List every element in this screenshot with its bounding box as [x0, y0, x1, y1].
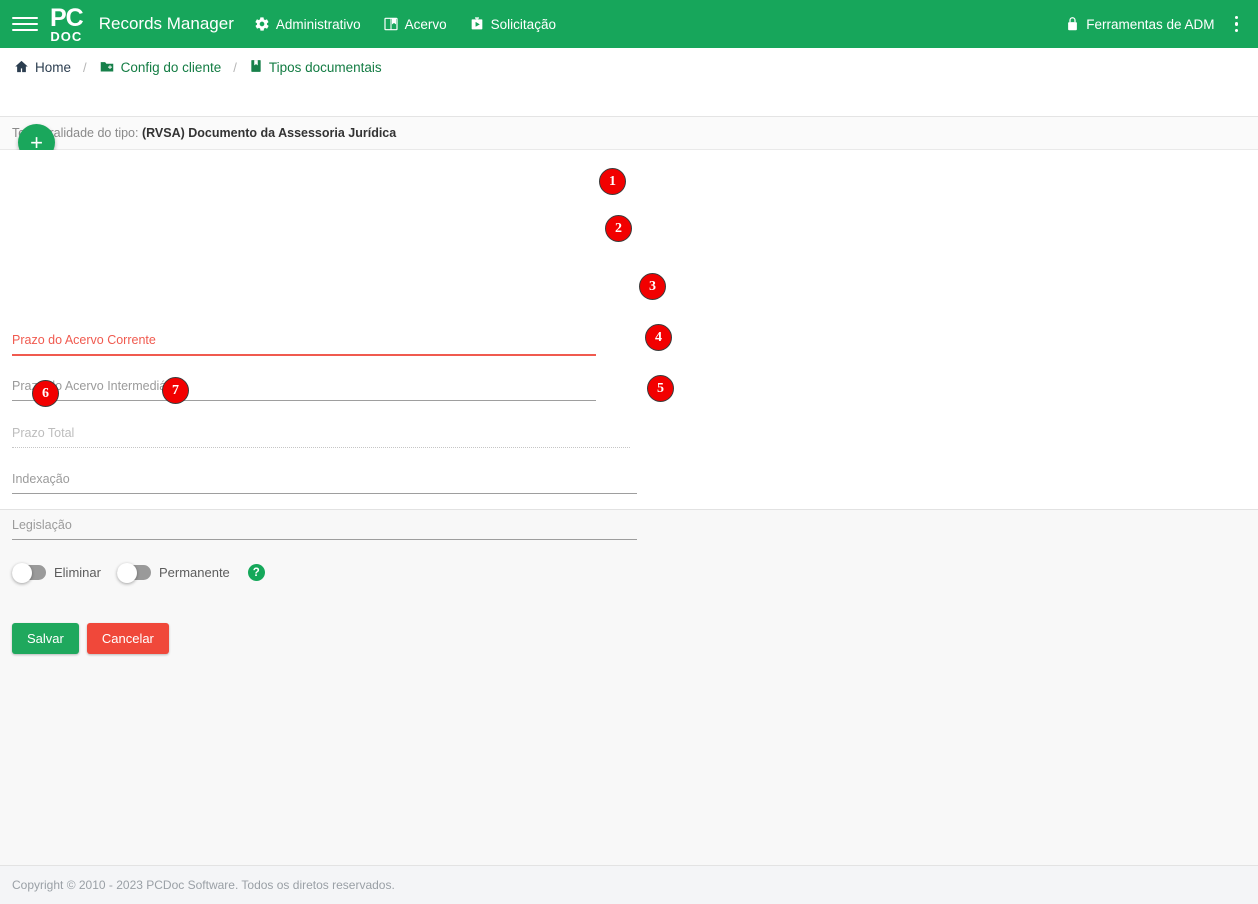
nav-item-solicitacao[interactable]: Solicitação	[469, 16, 556, 32]
field-label-prazo-total: Prazo Total	[12, 426, 75, 440]
annotation-marker-5: 5	[647, 375, 674, 402]
briefcase-icon	[469, 16, 485, 32]
field-underline-prazo-acervo-intermediario	[12, 400, 596, 401]
footer-copyright: Copyright © 2010 - 2023 PCDoc Software. …	[12, 878, 395, 892]
footer: Copyright © 2010 - 2023 PCDoc Software. …	[0, 865, 1258, 904]
annotation-marker-3: 3	[639, 273, 666, 300]
nav-label-acervo: Acervo	[404, 16, 447, 32]
field-legislacao[interactable]: Legislação	[12, 500, 637, 540]
pcdoc-logo[interactable]: PC DOC	[50, 3, 84, 44]
field-indexacao[interactable]: Indexação	[12, 454, 637, 494]
nav-item-acervo[interactable]: Acervo	[383, 16, 447, 32]
form-actions: Salvar Cancelar	[12, 623, 169, 654]
breadcrumb-separator-1: /	[83, 60, 87, 75]
subtitle-value: (RVSA) Documento da Assessoria Jurídica	[141, 126, 397, 140]
help-icon[interactable]: ?	[247, 564, 265, 581]
annotation-marker-6: 6	[32, 380, 59, 407]
field-label-prazo-acervo-corrente: Prazo do Acervo Corrente	[12, 333, 156, 347]
annotation-marker-4: 4	[645, 324, 672, 351]
book-icon	[383, 16, 399, 32]
annotation-marker-2: 2	[605, 215, 632, 242]
toggle-eliminar[interactable]: Eliminar	[12, 562, 101, 583]
breadcrumb-label-config-do-cliente: Config do cliente	[120, 60, 222, 75]
vertical-dots-icon[interactable]	[1229, 12, 1245, 37]
page-subtitle: Temporalidade do tipo: (RVSA) Documento …	[0, 117, 1258, 150]
nav-label-administrativo: Administrativo	[275, 16, 361, 32]
toggle-permanente[interactable]: Permanente	[116, 562, 230, 583]
folder-add-icon	[99, 59, 115, 77]
annotation-marker-1: 1	[599, 168, 626, 195]
field-label-prazo-acervo-intermediario: Prazo do Acervo Intermediário	[12, 379, 181, 393]
document-icon	[249, 58, 263, 77]
nav-item-administrativo[interactable]: Administrativo	[254, 16, 361, 32]
top-navigation-bar: PC DOC Records Manager Administrativo Ac…	[0, 0, 1258, 48]
logo-line-1: PC	[50, 3, 84, 32]
cancel-button[interactable]: Cancelar	[86, 623, 169, 654]
save-button[interactable]: Salvar	[12, 623, 79, 654]
toggle-track-eliminar[interactable]	[12, 562, 46, 583]
app-title: Records Manager	[98, 14, 234, 33]
field-underline-legislacao	[12, 539, 637, 540]
admin-tools-label: Ferramentas de ADM	[1086, 16, 1215, 32]
nav-label-solicitacao: Solicitação	[490, 16, 556, 32]
breadcrumb-bar: Home / Config do cliente / Tipos documen…	[0, 48, 1258, 161]
breadcrumb-item-config-do-cliente[interactable]: Config do cliente	[99, 59, 222, 77]
toggle-track-permanente[interactable]	[116, 562, 151, 583]
top-right-group: Ferramentas de ADM	[1065, 12, 1244, 37]
gear-icon	[254, 16, 270, 32]
field-label-legislacao: Legislação	[12, 518, 72, 532]
field-underline-indexacao	[12, 493, 637, 494]
breadcrumb-label-home: Home	[35, 60, 72, 75]
breadcrumb-label-tipos-documentais: Tipos documentais	[268, 60, 382, 75]
field-label-indexacao: Indexação	[12, 472, 70, 486]
field-underline-prazo-acervo-corrente	[12, 354, 596, 356]
lock-icon	[1065, 16, 1080, 32]
home-icon	[14, 59, 29, 77]
breadcrumb-item-tipos-documentais[interactable]: Tipos documentais	[249, 58, 382, 77]
breadcrumb: Home / Config do cliente / Tipos documen…	[0, 48, 1258, 77]
breadcrumb-separator-2: /	[233, 60, 237, 75]
field-prazo-total: Prazo Total	[12, 408, 630, 448]
field-underline-prazo-total	[12, 447, 630, 448]
field-prazo-acervo-intermediario[interactable]: Prazo do Acervo Intermediário	[12, 361, 596, 401]
annotation-marker-7: 7	[162, 377, 189, 404]
temporality-form-card: Prazo do Acervo Corrente Prazo do Acervo…	[0, 150, 1258, 654]
breadcrumb-item-home[interactable]: Home	[14, 59, 71, 77]
toggle-label-eliminar: Eliminar	[54, 565, 101, 580]
toggle-group: Eliminar Permanente ?	[12, 562, 265, 583]
toggle-label-permanente: Permanente	[158, 565, 230, 580]
app-page: PC DOC Records Manager Administrativo Ac…	[0, 0, 1258, 904]
logo-line-2: DOC	[50, 28, 83, 44]
admin-tools-button[interactable]: Ferramentas de ADM	[1065, 16, 1215, 32]
field-prazo-acervo-corrente[interactable]: Prazo do Acervo Corrente	[12, 315, 596, 356]
hamburger-menu-icon[interactable]	[12, 14, 38, 34]
